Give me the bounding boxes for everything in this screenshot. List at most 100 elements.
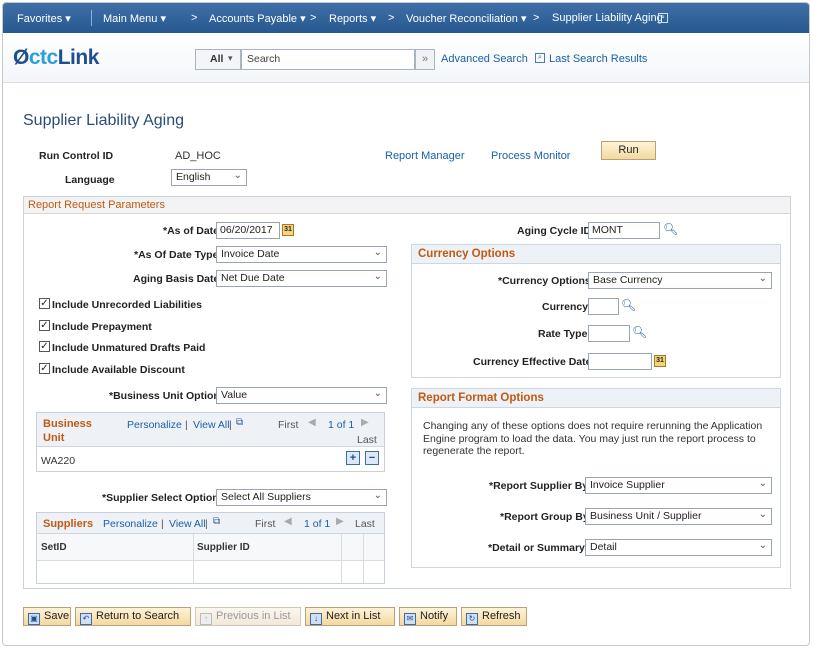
column-divider	[193, 534, 194, 583]
run-control-label: Run Control ID	[39, 150, 114, 162]
run-control-value: AD_HOC	[175, 150, 221, 162]
rate-type-input[interactable]	[588, 325, 630, 342]
language-label: Language	[65, 174, 115, 186]
zoom-grid-icon[interactable]: ⧉	[213, 516, 220, 527]
logo-suffix: Link	[57, 46, 100, 69]
search-go-icon[interactable]: »	[415, 49, 435, 70]
next-arrow-icon[interactable]: ▶	[361, 417, 369, 428]
previous-in-list-icon: ↑	[200, 613, 212, 625]
page-title: Supplier Liability Aging	[23, 112, 184, 129]
add-row-icon[interactable]: +	[346, 451, 360, 465]
chevron-down-icon: ⌄	[233, 170, 242, 181]
include-prepayment-checkbox[interactable]: ✓	[39, 320, 50, 331]
refresh-icon: ↻	[466, 613, 478, 625]
lookup-icon[interactable]: 🔍︎	[621, 298, 636, 312]
business-unit-personalize-link[interactable]: Personalize	[127, 419, 182, 431]
report-group-by-label: *Report Group By	[500, 511, 589, 523]
lookup-icon[interactable]: 🔍︎	[632, 325, 647, 339]
detail-or-summary-select[interactable]: Detail ⌄	[585, 539, 772, 556]
lookup-icon[interactable]: 🔍︎	[663, 222, 678, 236]
save-button[interactable]: ▣ Save	[23, 607, 71, 626]
business-unit-last-label: Last	[357, 434, 377, 446]
report-supplier-by-value: Invoice Supplier	[590, 479, 665, 491]
nav-divider	[91, 10, 92, 26]
suppliers-personalize-link[interactable]: Personalize	[103, 518, 158, 530]
suppliers-count: 1 of 1	[304, 518, 331, 530]
process-monitor-link[interactable]: Process Monitor	[491, 150, 570, 162]
next-arrow-icon[interactable]: ▶	[336, 516, 344, 527]
delete-row-icon[interactable]: −	[365, 451, 379, 465]
next-in-list-button[interactable]: ↓ Next in List	[305, 607, 395, 626]
include-unrecorded-liabilities-label: Include Unrecorded Liabilities	[52, 299, 202, 311]
business-unit-grid-title-line2: Unit	[43, 432, 65, 444]
currency-effective-date-input[interactable]	[588, 353, 652, 370]
setid-column-header: SetID	[41, 542, 67, 553]
as-of-date-input[interactable]: 06/20/2017	[216, 222, 280, 239]
as-of-date-type-label: *As Of Date Type	[134, 249, 219, 261]
previous-in-list-button[interactable]: ↑ Previous in List	[195, 607, 301, 626]
suppliers-grid: Suppliers Personalize | View All | ⧉ Fir…	[36, 512, 385, 584]
previous-arrow-icon[interactable]: ◀	[308, 417, 316, 428]
zoom-grid-icon[interactable]: ⧉	[236, 417, 243, 428]
rate-type-label: Rate Type	[538, 328, 588, 340]
advanced-search-link[interactable]: Advanced Search	[441, 53, 528, 65]
run-button[interactable]: Run	[601, 141, 656, 160]
search-scope-select[interactable]: All ▾	[195, 49, 241, 70]
include-unmatured-drafts-paid-checkbox[interactable]: ✓	[39, 341, 50, 352]
aging-cycle-id-value: MONT	[592, 224, 623, 236]
chevron-down-icon: ⌄	[373, 271, 382, 282]
currency-input[interactable]	[588, 298, 619, 315]
header-bar: ØctcLink All ▾ Search » Advanced Search …	[3, 33, 809, 83]
currency-effective-date-label: Currency Effective Date	[473, 356, 592, 368]
chevron-down-icon: ▾	[228, 53, 233, 63]
report-group-by-value: Business Unit / Supplier	[590, 510, 702, 522]
as-of-date-type-select[interactable]: Invoice Date ⌄	[216, 246, 387, 263]
aging-cycle-id-input[interactable]: MONT	[588, 222, 660, 239]
run-button-label: Run	[618, 144, 639, 156]
breadcrumb-separator: >	[191, 12, 198, 24]
report-supplier-by-select[interactable]: Invoice Supplier ⌄	[585, 477, 772, 494]
chevron-down-icon: ⌄	[758, 540, 767, 551]
breadcrumb-accounts-payable[interactable]: Accounts Payable ▾	[209, 12, 306, 25]
business-unit-option-select[interactable]: Value ⌄	[216, 387, 387, 404]
suppliers-view-all-link[interactable]: View All	[169, 518, 206, 530]
aging-basis-date-select[interactable]: Net Due Date ⌄	[216, 270, 387, 287]
currency-options-header: Currency Options	[411, 244, 781, 264]
calendar-icon[interactable]: 31	[654, 355, 666, 367]
detail-or-summary-label: *Detail or Summary	[488, 542, 585, 554]
return-to-search-button[interactable]: ↶ Return to Search	[75, 607, 191, 626]
currency-options-value: Base Currency	[593, 274, 663, 286]
include-prepayment-label: Include Prepayment	[52, 321, 152, 333]
notify-button[interactable]: ✉ Notify	[399, 607, 457, 626]
breadcrumb-voucher-reconciliation[interactable]: Voucher Reconciliation ▾	[406, 12, 526, 25]
return-to-search-icon: ↶	[80, 613, 92, 625]
currency-options-select[interactable]: Base Currency ⌄	[588, 272, 772, 289]
last-search-results-link[interactable]: Last Search Results	[549, 53, 647, 65]
suppliers-grid-title: Suppliers	[43, 518, 94, 530]
previous-arrow-icon[interactable]: ◀	[284, 516, 292, 527]
breadcrumb-reports[interactable]: Reports ▾	[329, 12, 376, 25]
nav-favorites[interactable]: Favorites ▾	[17, 12, 71, 25]
breadcrumb-separator: >	[533, 12, 540, 24]
include-available-discount-checkbox[interactable]: ✓	[39, 363, 50, 374]
report-supplier-by-label: *Report Supplier By	[489, 480, 589, 492]
report-group-by-select[interactable]: Business Unit / Supplier ⌄	[585, 508, 772, 525]
language-select[interactable]: English ⌄	[171, 169, 247, 186]
breadcrumb-separator: >	[388, 12, 395, 24]
nav-main-menu[interactable]: Main Menu ▾	[103, 12, 166, 25]
search-input[interactable]: Search	[241, 49, 415, 70]
supplier-select-option-select[interactable]: Select All Suppliers ⌄	[216, 489, 387, 506]
return-to-search-label: Return to Search	[96, 610, 180, 622]
business-unit-grid-title-line1: Business	[43, 418, 92, 430]
business-unit-view-all-link[interactable]: View All	[193, 419, 230, 431]
breadcrumb-supplier-liability-aging[interactable]: Supplier Liability Aging	[552, 12, 663, 24]
include-available-discount-label: Include Available Discount	[52, 364, 185, 376]
save-button-label: Save	[44, 610, 70, 622]
include-unrecorded-liabilities-checkbox[interactable]: ✓	[39, 298, 50, 309]
report-manager-link[interactable]: Report Manager	[385, 150, 465, 162]
page-link-icon[interactable]: ⌕	[658, 13, 668, 23]
previous-in-list-label: Previous in List	[216, 610, 291, 622]
calendar-icon[interactable]: 31	[282, 224, 294, 236]
refresh-button[interactable]: ↻ Refresh	[461, 607, 527, 626]
grid-divider: |	[161, 518, 164, 530]
